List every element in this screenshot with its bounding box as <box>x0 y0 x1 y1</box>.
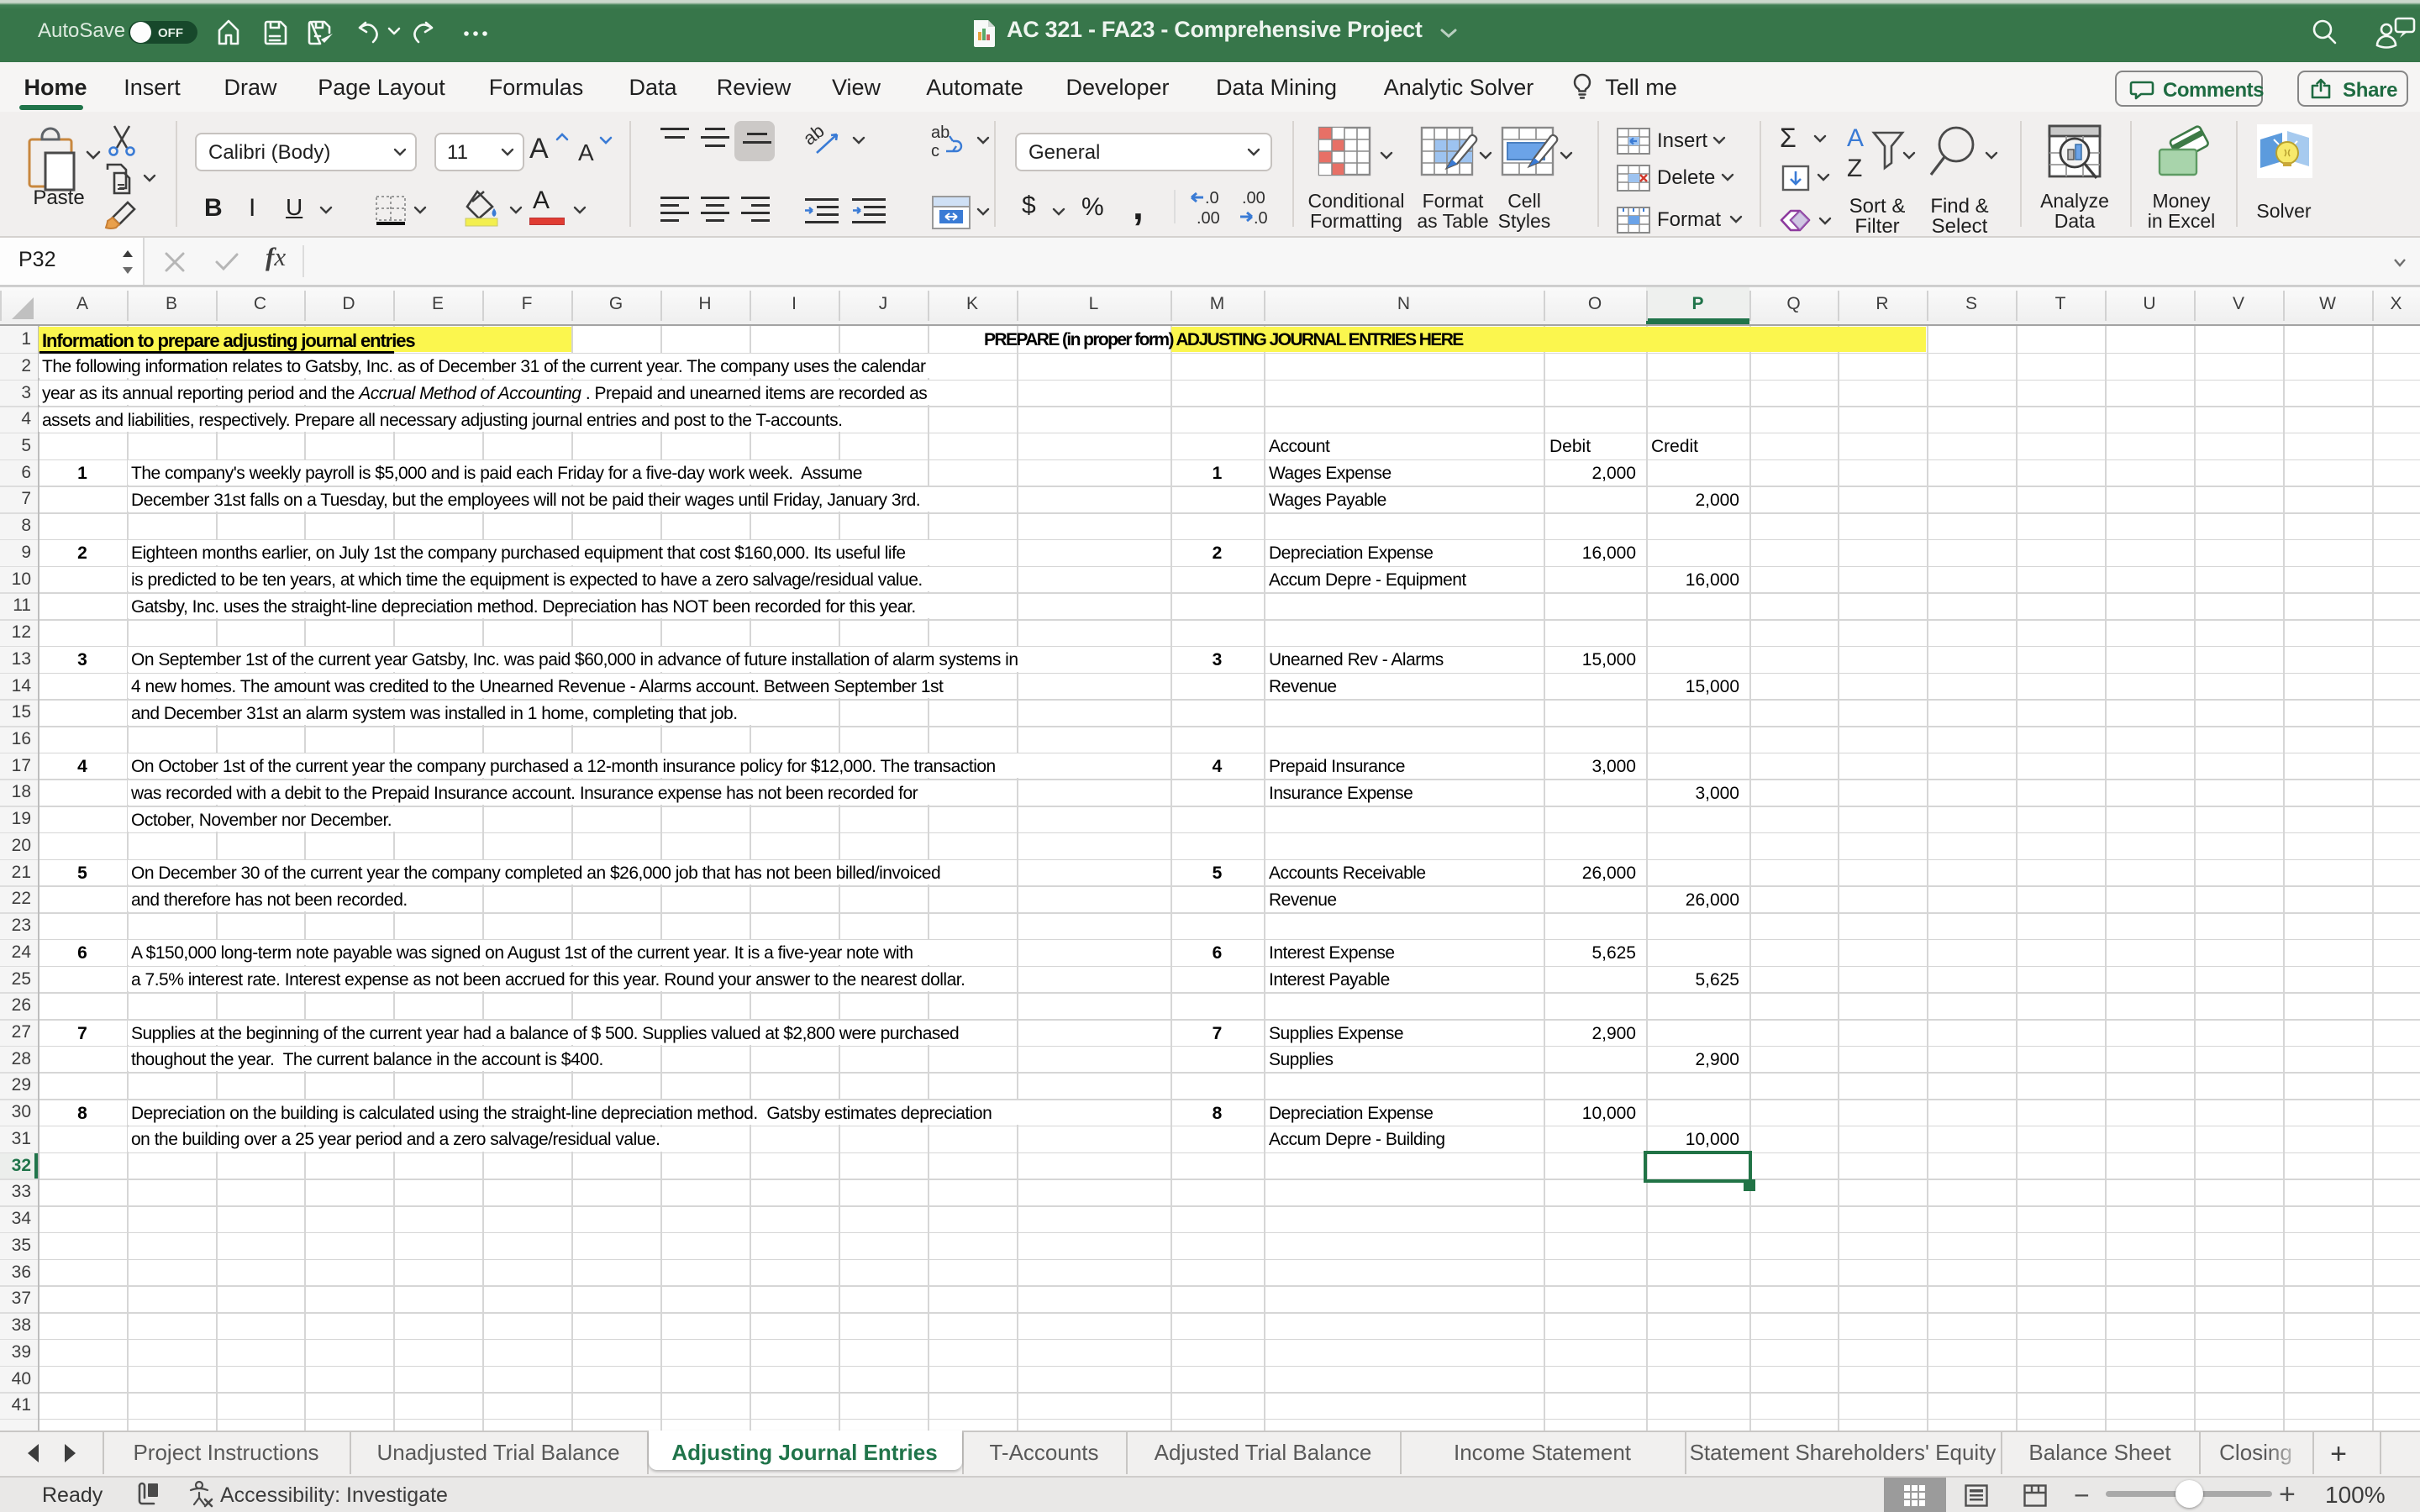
svg-text:ab: ab <box>931 123 950 142</box>
svg-text:A: A <box>1847 124 1864 152</box>
svg-text:.00: .00 <box>1197 209 1220 228</box>
svg-text:Z: Z <box>1847 155 1862 182</box>
svg-text:.0: .0 <box>1205 189 1219 207</box>
svg-text:c: c <box>931 142 939 160</box>
